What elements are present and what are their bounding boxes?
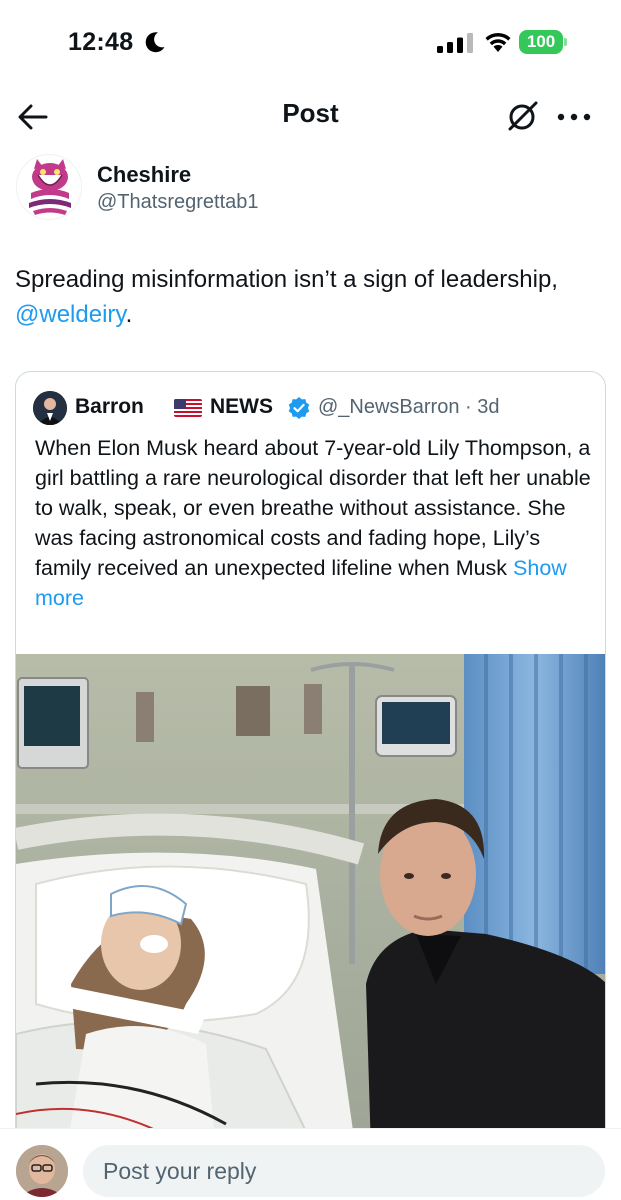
author-handle[interactable]: @Thatsregrettab1 — [97, 191, 259, 214]
quoted-avatar-image — [33, 391, 67, 425]
nav-header: Post — [0, 86, 621, 146]
author-name[interactable]: Cheshire — [97, 162, 191, 188]
wifi-icon — [485, 32, 511, 52]
battery-icon: 100 — [519, 30, 567, 54]
signal-icon — [437, 33, 473, 53]
reply-bar: Post your reply — [0, 1128, 621, 1200]
post-text-end: . — [125, 301, 133, 328]
us-flag-icon — [174, 399, 202, 417]
more-horizontal-icon[interactable] — [556, 112, 592, 122]
moon-icon — [145, 32, 165, 53]
reply-input[interactable]: Post your reply — [83, 1145, 605, 1197]
status-bar: 12:48 100 — [0, 0, 621, 80]
quoted-media-image[interactable] — [16, 654, 606, 1151]
post-text: Spreading misinformation isn’t a sign of… — [15, 262, 605, 332]
author-avatar[interactable] — [16, 154, 82, 220]
quoted-author-avatar[interactable] — [33, 391, 67, 425]
battery-level: 100 — [519, 30, 563, 54]
cheshire-cat-avatar-image — [17, 155, 81, 219]
post-text-body: Spreading misinformation isn’t a sign of… — [15, 266, 558, 293]
quoted-handle-time: @_NewsBarron · 3d — [318, 396, 500, 418]
quoted-text-body: When Elon Musk heard about 7-year-old Li… — [35, 436, 591, 580]
user-avatar[interactable] — [16, 1145, 68, 1197]
quoted-post-header: Barron NEWS @_NewsBarron · 3d — [33, 391, 593, 425]
quoted-post-text: When Elon Musk heard about 7-year-old Li… — [35, 433, 591, 613]
grok-icon[interactable] — [504, 98, 540, 134]
quoted-author-name-suffix[interactable]: NEWS — [210, 395, 273, 419]
battery-tip — [564, 38, 567, 46]
quoted-post-card[interactable]: Barron NEWS @_NewsBarron · 3d When Elon … — [15, 371, 606, 1151]
user-avatar-image — [16, 1145, 68, 1197]
verified-badge-icon — [288, 397, 310, 419]
status-time: 12:48 — [68, 28, 134, 56]
mention-link[interactable]: @weldeiry — [15, 301, 126, 328]
quoted-author-name[interactable]: Barron — [75, 395, 144, 419]
